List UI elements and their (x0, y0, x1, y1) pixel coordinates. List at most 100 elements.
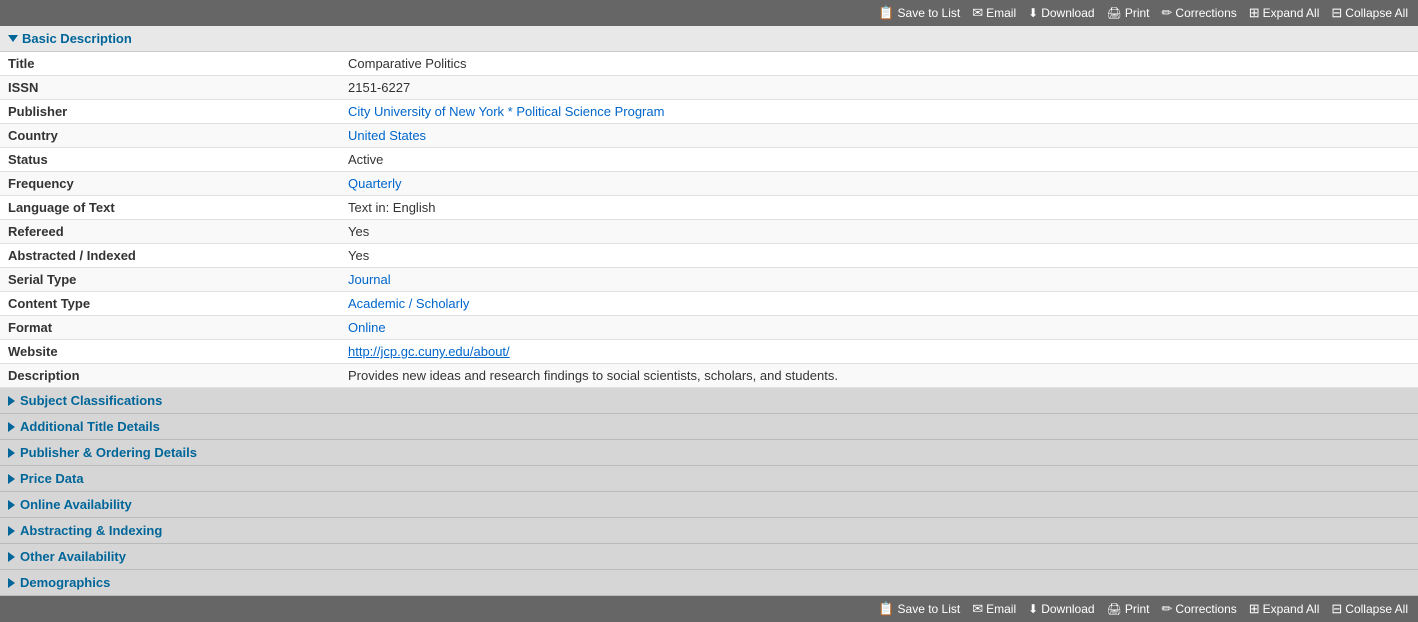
table-row: ISSN2151-6227 (0, 76, 1418, 100)
field-url-link[interactable]: http://jcp.gc.cuny.edu/about/ (348, 344, 510, 359)
field-link[interactable]: Academic / Scholarly (348, 296, 469, 311)
field-value: Yes (340, 220, 1418, 244)
table-row: Serial TypeJournal (0, 268, 1418, 292)
table-row: StatusActive (0, 148, 1418, 172)
top-toolbar: Save to List Email Download Print Correc… (0, 0, 1418, 26)
field-value: Online (340, 316, 1418, 340)
field-value: United States (340, 124, 1418, 148)
field-value: City University of New York * Political … (340, 100, 1418, 124)
table-row: Website http://jcp.gc.cuny.edu/about/ (0, 340, 1418, 364)
save-to-list-button-top[interactable]: Save to List (878, 5, 960, 21)
section-label: Demographics (20, 575, 110, 590)
download-button-top[interactable]: Download (1028, 6, 1094, 20)
field-label: Country (0, 124, 340, 148)
section-label: Additional Title Details (20, 419, 160, 434)
field-label: Publisher (0, 100, 340, 124)
field-label: Frequency (0, 172, 340, 196)
field-link[interactable]: Quarterly (348, 176, 401, 191)
table-row: Format Online (0, 316, 1418, 340)
download-icon-top (1028, 6, 1038, 20)
expand-icon-top (1249, 5, 1260, 21)
expand-all-button-top[interactable]: Expand All (1249, 5, 1320, 21)
field-link[interactable]: City University of New York * Political … (348, 104, 664, 119)
print-icon-top (1107, 6, 1122, 20)
print-button-top[interactable]: Print (1107, 6, 1150, 20)
download-button-bottom[interactable]: Download (1028, 602, 1094, 616)
collapsible-section-online-availability[interactable]: Online Availability (0, 492, 1418, 518)
corrections-icon-top (1162, 5, 1173, 21)
field-value: Yes (340, 244, 1418, 268)
field-label: Website (0, 340, 340, 364)
field-label: Description (0, 364, 340, 388)
section-label: Publisher & Ordering Details (20, 445, 197, 460)
collapsible-section-other-availability[interactable]: Other Availability (0, 544, 1418, 570)
field-value: 2151-6227 (340, 76, 1418, 100)
table-row: Language of TextText in: English (0, 196, 1418, 220)
collapsible-section-demographics[interactable]: Demographics (0, 570, 1418, 596)
field-value: Text in: English (340, 196, 1418, 220)
field-value: Comparative Politics (340, 52, 1418, 76)
collapse-all-button-bottom[interactable]: Collapse All (1331, 601, 1408, 617)
expand-arrow-icon (8, 396, 15, 406)
basic-description-table: TitleComparative PoliticsISSN2151-6227Pu… (0, 52, 1418, 388)
field-label: Content Type (0, 292, 340, 316)
field-value: Quarterly (340, 172, 1418, 196)
collapsible-section-publisher--ordering-details[interactable]: Publisher & Ordering Details (0, 440, 1418, 466)
email-icon-top (972, 5, 983, 21)
section-label: Price Data (20, 471, 84, 486)
field-label: Title (0, 52, 340, 76)
collapse-icon-bottom (1331, 601, 1342, 617)
expand-arrow-icon (8, 526, 15, 536)
section-label: Subject Classifications (20, 393, 162, 408)
table-row: Country United States (0, 124, 1418, 148)
corrections-icon-bottom (1162, 601, 1173, 617)
field-label: Refereed (0, 220, 340, 244)
field-value: http://jcp.gc.cuny.edu/about/ (340, 340, 1418, 364)
table-row: Content Type Academic / Scholarly (0, 292, 1418, 316)
corrections-button-bottom[interactable]: Corrections (1162, 601, 1237, 617)
collapsible-section-additional-title-details[interactable]: Additional Title Details (0, 414, 1418, 440)
bottom-toolbar: Save to List Email Download Print Correc… (0, 596, 1418, 622)
collapse-icon-top (1331, 5, 1342, 21)
table-row: TitleComparative Politics (0, 52, 1418, 76)
table-row: RefereedYes (0, 220, 1418, 244)
email-button-bottom[interactable]: Email (972, 601, 1016, 617)
expand-arrow-icon (8, 422, 15, 432)
print-icon-bottom (1107, 602, 1122, 616)
field-value: Academic / Scholarly (340, 292, 1418, 316)
field-label: Status (0, 148, 340, 172)
print-button-bottom[interactable]: Print (1107, 602, 1150, 616)
save-icon-bottom (878, 601, 894, 617)
field-link[interactable]: Journal (348, 272, 391, 287)
field-label: ISSN (0, 76, 340, 100)
field-link[interactable]: Online (348, 320, 386, 335)
email-button-top[interactable]: Email (972, 5, 1016, 21)
table-row: Abstracted / IndexedYes (0, 244, 1418, 268)
table-row: DescriptionProvides new ideas and resear… (0, 364, 1418, 388)
section-label: Abstracting & Indexing (20, 523, 162, 538)
save-icon-top (878, 5, 894, 21)
expand-all-button-bottom[interactable]: Expand All (1249, 601, 1320, 617)
field-label: Abstracted / Indexed (0, 244, 340, 268)
expand-arrow-icon (8, 578, 15, 588)
section-label: Online Availability (20, 497, 132, 512)
field-label: Format (0, 316, 340, 340)
main-content: Basic Description TitleComparative Polit… (0, 26, 1418, 596)
collapsible-section-abstracting--indexing[interactable]: Abstracting & Indexing (0, 518, 1418, 544)
collapse-arrow-icon (8, 35, 18, 42)
field-value: Journal (340, 268, 1418, 292)
collapsible-section-price-data[interactable]: Price Data (0, 466, 1418, 492)
corrections-button-top[interactable]: Corrections (1162, 5, 1237, 21)
expand-arrow-icon (8, 448, 15, 458)
basic-description-header[interactable]: Basic Description (0, 26, 1418, 52)
field-value: Provides new ideas and research findings… (340, 364, 1418, 388)
expand-arrow-icon (8, 552, 15, 562)
field-value: Active (340, 148, 1418, 172)
collapsible-section-subject-classifications[interactable]: Subject Classifications (0, 388, 1418, 414)
save-to-list-button-bottom[interactable]: Save to List (878, 601, 960, 617)
field-link[interactable]: United States (348, 128, 426, 143)
expand-arrow-icon (8, 474, 15, 484)
expand-arrow-icon (8, 500, 15, 510)
collapse-all-button-top[interactable]: Collapse All (1331, 5, 1408, 21)
field-label: Language of Text (0, 196, 340, 220)
